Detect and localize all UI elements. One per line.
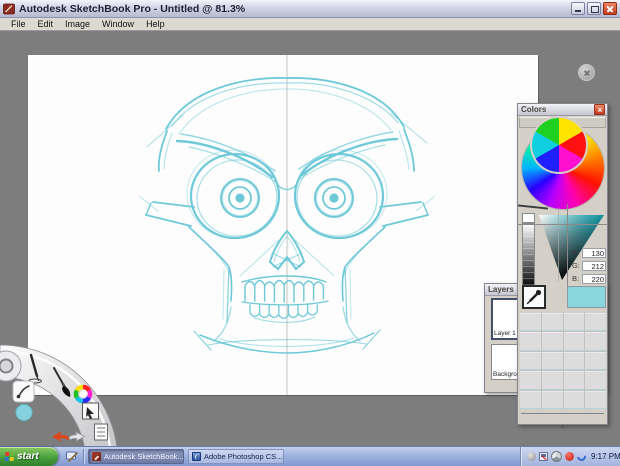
layer-name: Layer 1 [494, 330, 516, 337]
ring-icon [0, 360, 13, 373]
swatch-cell[interactable] [585, 352, 606, 370]
expand-swatches-button[interactable]: ▲ [518, 415, 607, 433]
swatch-cell[interactable] [542, 371, 563, 389]
task-button-photoshop[interactable]: Adobe Photoshop CS... [188, 449, 284, 464]
tray-alert-icon[interactable] [565, 452, 574, 461]
start-label: start [17, 451, 39, 462]
blue-label: B: [572, 274, 580, 283]
current-color-puck[interactable] [16, 405, 32, 421]
swatch-cell[interactable] [585, 371, 606, 389]
menu-edit[interactable]: Edit [32, 18, 60, 30]
task-label: Autodesk SketchBook... [104, 452, 184, 461]
white-chip[interactable] [522, 213, 535, 223]
canvas-corner-widget[interactable] [578, 64, 595, 81]
green-label: G: [572, 261, 580, 270]
swatch-cell[interactable] [520, 391, 541, 409]
sketchbook-icon [92, 452, 101, 461]
swatch-cell[interactable] [542, 332, 563, 350]
menu-bar: File Edit Image Window Help [0, 18, 620, 31]
color-wheel-icon[interactable] [76, 387, 90, 401]
undo-button[interactable] [52, 432, 70, 442]
swatch-cell[interactable] [564, 313, 585, 331]
minimize-icon [575, 10, 581, 12]
grayscale-slider[interactable] [522, 223, 535, 289]
swatch-cell[interactable] [585, 313, 606, 331]
window-title: Autodesk SketchBook Pro - Untitled @ 81.… [19, 3, 571, 15]
rgb-readout: R: 130 G: 212 B: 220 [572, 246, 608, 285]
select-tool-icon[interactable] [83, 403, 99, 419]
tray-network-icon[interactable] [575, 450, 588, 463]
red-value-field[interactable]: 130 [582, 248, 606, 258]
lagoon-toolbar [0, 330, 160, 447]
panel-separator [521, 413, 604, 414]
chevron-up-icon: ▲ [560, 424, 566, 430]
swatch-cell[interactable] [520, 371, 541, 389]
document-icon[interactable] [95, 424, 108, 440]
tray-muted-device-icon[interactable] [539, 452, 548, 461]
colors-panel-close-button[interactable] [594, 104, 605, 115]
swatch-cell[interactable] [520, 352, 541, 370]
taskbar: start Autodesk SketchBook... Adobe Photo… [0, 446, 620, 466]
layer-name: Background [493, 371, 519, 378]
picker-crosshair-v2 [558, 208, 559, 282]
swatch-cell[interactable] [542, 313, 563, 331]
menu-window[interactable]: Window [96, 18, 140, 30]
swatch-cell[interactable] [585, 332, 606, 350]
taskbar-divider [83, 449, 84, 464]
green-value-field[interactable]: 212 [582, 261, 606, 271]
tray-status-icon[interactable] [527, 452, 536, 461]
app-icon [3, 3, 15, 15]
menu-image[interactable]: Image [59, 18, 96, 30]
swatch-cell[interactable] [542, 352, 563, 370]
swatch-cell[interactable] [564, 391, 585, 409]
restore-icon [591, 6, 599, 13]
task-label: Adobe Photoshop CS... [204, 452, 282, 461]
swatch-grid [520, 313, 606, 409]
system-tray: 9:17 PM [520, 447, 620, 466]
show-desktop-icon[interactable] [66, 451, 78, 462]
windows-flag-icon [5, 452, 15, 461]
colors-panel-titlebar[interactable]: Colors [518, 104, 607, 116]
swatch-cell[interactable] [520, 332, 541, 350]
start-button[interactable]: start [0, 447, 58, 466]
swatch-cell[interactable] [564, 371, 585, 389]
swatch-cell[interactable] [520, 313, 541, 331]
undo-arrow-icon [52, 432, 70, 442]
picker-crosshair-v [567, 204, 568, 286]
minimize-button[interactable] [571, 2, 585, 15]
picker-crosshair-h [518, 224, 607, 225]
tray-clock: 9:17 PM [591, 452, 620, 461]
swatch-cell[interactable] [564, 352, 585, 370]
window-titlebar[interactable]: Autodesk SketchBook Pro - Untitled @ 81.… [0, 0, 620, 18]
restore-button[interactable] [587, 2, 601, 15]
menu-help[interactable]: Help [140, 18, 171, 30]
brush-palette-button[interactable] [13, 381, 34, 402]
task-button-sketchbook[interactable]: Autodesk SketchBook... [88, 449, 184, 464]
desktop: { "window": { "title": "Autodesk SketchB… [0, 0, 620, 465]
layer-item-background[interactable]: Background [491, 344, 519, 380]
swatch-cell[interactable] [564, 332, 585, 350]
eyedropper-icon [524, 287, 544, 307]
layer-item-selected[interactable]: Layer 1 [491, 298, 519, 340]
colors-panel: Colors ▼ R: 130 G: [517, 103, 608, 425]
hue-pointer[interactable] [518, 204, 548, 209]
eyedropper-button[interactable] [522, 285, 546, 309]
blue-value-field[interactable]: 220 [582, 274, 606, 284]
close-button[interactable] [603, 2, 617, 15]
swatch-cell[interactable] [585, 391, 606, 409]
colors-panel-title: Colors [521, 105, 546, 115]
menu-file[interactable]: File [5, 18, 32, 30]
color-pie-picker[interactable] [532, 118, 586, 172]
layers-panel-title: Layers [488, 285, 514, 295]
current-color-swatch[interactable] [567, 286, 606, 308]
swatch-cell[interactable] [542, 391, 563, 409]
photoshop-icon [192, 452, 201, 461]
tray-update-icon[interactable] [551, 451, 562, 462]
red-label: R: [572, 248, 580, 257]
